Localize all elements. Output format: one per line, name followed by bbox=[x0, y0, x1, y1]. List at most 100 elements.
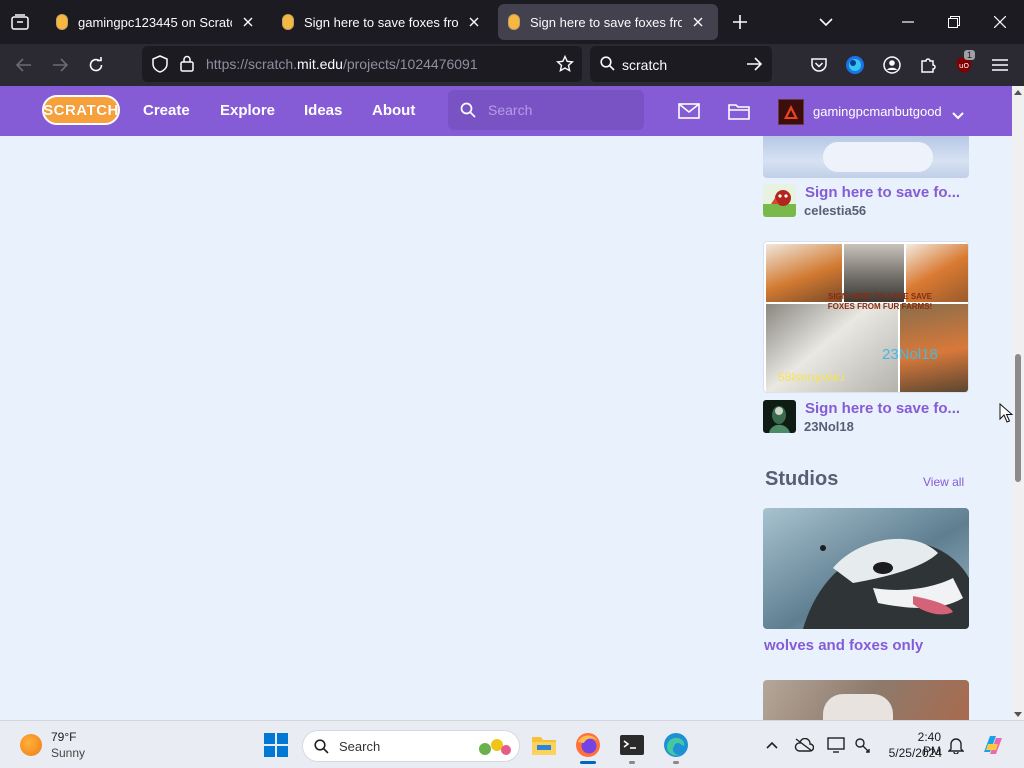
nav-explore-link[interactable]: Explore bbox=[220, 102, 275, 119]
extension-globe-icon[interactable] bbox=[842, 52, 868, 78]
thumbnail-signature: 58ʇsɐɾɥoʍɐɹ bbox=[778, 370, 845, 384]
studio-name[interactable]: wolves and foxes only bbox=[764, 637, 923, 654]
remix-item[interactable]: Sign here to save fo... celestia56 bbox=[763, 184, 973, 220]
new-tab-icon[interactable] bbox=[726, 8, 754, 36]
search-icon bbox=[314, 739, 329, 759]
active-app-indicator bbox=[580, 761, 596, 764]
nav-ideas-link[interactable]: Ideas bbox=[304, 102, 342, 119]
lock-icon[interactable] bbox=[180, 55, 194, 77]
tab-title: Sign here to save foxes from fur bbox=[304, 14, 458, 30]
username[interactable]: gamingpcmanbutgood bbox=[813, 104, 942, 119]
mouse-cursor-icon bbox=[999, 403, 1013, 423]
list-all-tabs-chevron-icon[interactable] bbox=[812, 8, 840, 36]
file-explorer-icon[interactable] bbox=[528, 729, 560, 761]
nav-create-link[interactable]: Create bbox=[143, 102, 190, 119]
remix-title[interactable]: Sign here to save fo... bbox=[805, 400, 960, 417]
copilot-icon[interactable] bbox=[980, 732, 1006, 758]
scrollbar-thumb[interactable] bbox=[1015, 354, 1021, 482]
taskbar: 79°F Sunny Search 2:40 PM 5/25/2024 bbox=[0, 720, 1024, 768]
scratch-navbar: SCRATCH Create Explore Ideas About Searc… bbox=[0, 86, 1012, 136]
search-highlight-icon bbox=[473, 735, 515, 764]
studio-thumbnail[interactable] bbox=[763, 508, 969, 629]
tab-list-icon[interactable] bbox=[4, 6, 36, 38]
remix-thumbnail[interactable] bbox=[763, 136, 969, 178]
scratch-logo[interactable]: SCRATCH bbox=[42, 95, 120, 125]
show-hidden-icons-chevron-icon[interactable] bbox=[762, 735, 782, 755]
account-dropdown-chevron-icon[interactable] bbox=[952, 107, 964, 125]
clock-date[interactable]: 5/25/2024 bbox=[884, 746, 942, 760]
running-app-indicator bbox=[673, 761, 679, 764]
weather-temperature[interactable]: 79°F bbox=[51, 730, 76, 744]
firefox-icon[interactable] bbox=[572, 729, 604, 761]
close-window-icon[interactable] bbox=[984, 6, 1016, 38]
hamburger-menu-icon[interactable] bbox=[987, 52, 1013, 78]
forward-arrow-icon[interactable] bbox=[46, 51, 74, 79]
shield-icon[interactable] bbox=[152, 55, 168, 78]
remix-author[interactable]: celestia56 bbox=[804, 203, 866, 218]
scratch-page: SCRATCH Create Explore Ideas About Searc… bbox=[0, 86, 1012, 720]
my-stuff-folder-icon[interactable] bbox=[727, 99, 751, 123]
thumbnail-handle: 23Nol18 bbox=[882, 346, 938, 363]
studio-thumbnail[interactable] bbox=[763, 680, 969, 720]
network-settings-icon[interactable] bbox=[852, 735, 872, 755]
animal-photo bbox=[823, 694, 893, 720]
scroll-up-arrow-icon[interactable] bbox=[1012, 86, 1024, 98]
terminal-icon[interactable] bbox=[616, 729, 648, 761]
search-query: scratch bbox=[622, 57, 668, 73]
account-icon[interactable] bbox=[879, 52, 905, 78]
tab-2[interactable]: Sign here to save foxes from fur bbox=[272, 4, 494, 40]
ublock-icon[interactable]: uO 1 bbox=[951, 50, 977, 78]
scratch-favicon-icon bbox=[508, 14, 520, 30]
windows-start-icon[interactable] bbox=[260, 729, 292, 761]
nav-about-link[interactable]: About bbox=[372, 102, 415, 119]
onedrive-cloud-icon[interactable] bbox=[794, 735, 814, 755]
messages-envelope-icon[interactable] bbox=[677, 99, 701, 123]
taskbar-search-box[interactable]: Search bbox=[302, 730, 520, 762]
close-tab-icon[interactable] bbox=[688, 12, 708, 32]
back-arrow-icon[interactable] bbox=[10, 51, 38, 79]
url-host: mit.edu bbox=[297, 56, 343, 72]
notification-bell-icon[interactable] bbox=[946, 735, 966, 755]
scratch-favicon-icon bbox=[282, 14, 294, 30]
tab-1[interactable]: gamingpc123445 on Scratch bbox=[46, 4, 268, 40]
remix-author[interactable]: 23Nol18 bbox=[804, 419, 854, 434]
svg-text:uO: uO bbox=[959, 62, 969, 70]
tab-title: gamingpc123445 on Scratch bbox=[78, 14, 232, 30]
remix-thumbnail[interactable]: SIGN HERE TO SAVE SAVE FOXES FROM FUR FA… bbox=[763, 241, 969, 393]
restore-icon[interactable] bbox=[938, 6, 970, 38]
go-arrow-icon[interactable] bbox=[746, 57, 763, 76]
close-tab-icon[interactable] bbox=[238, 12, 258, 32]
scroll-down-arrow-icon[interactable] bbox=[1012, 708, 1024, 720]
remix-title[interactable]: Sign here to save fo... bbox=[805, 184, 960, 201]
bookmark-star-icon[interactable] bbox=[555, 54, 575, 78]
extension-badge: 1 bbox=[964, 50, 976, 60]
display-icon[interactable] bbox=[826, 735, 846, 755]
remix-item[interactable]: Sign here to save fo... 23Nol18 bbox=[763, 400, 973, 436]
author-avatar[interactable] bbox=[763, 184, 796, 217]
extensions-puzzle-icon[interactable] bbox=[915, 52, 941, 78]
view-all-studios-link[interactable]: View all bbox=[923, 475, 964, 489]
weather-condition[interactable]: Sunny bbox=[51, 746, 85, 760]
search-icon bbox=[460, 102, 476, 123]
edge-icon[interactable] bbox=[660, 729, 692, 761]
url-path: /projects/1024476091 bbox=[342, 56, 478, 72]
search-placeholder: Search bbox=[488, 102, 533, 118]
studios-heading: Studios bbox=[765, 468, 839, 490]
pocket-icon[interactable] bbox=[806, 52, 832, 78]
sun-weather-icon[interactable] bbox=[20, 734, 42, 756]
scratch-search-input[interactable]: Search bbox=[448, 90, 644, 130]
wolf-artwork bbox=[803, 538, 969, 629]
scratch-favicon-icon bbox=[56, 14, 68, 30]
user-avatar[interactable] bbox=[778, 99, 804, 125]
minimize-icon[interactable] bbox=[892, 6, 924, 38]
url-text[interactable]: https://scratch.mit.edu/projects/1024476… bbox=[206, 56, 478, 72]
reload-icon[interactable] bbox=[82, 51, 110, 79]
page-scrollbar[interactable] bbox=[1012, 86, 1024, 720]
browser-tab-strip: gamingpc123445 on Scratch Sign here to s… bbox=[0, 0, 1024, 44]
url-prefix: https://scratch. bbox=[206, 56, 298, 72]
close-tab-icon[interactable] bbox=[464, 12, 484, 32]
web-search-bar[interactable]: scratch bbox=[590, 46, 772, 82]
author-avatar[interactable] bbox=[763, 400, 796, 433]
tab-3-active[interactable]: Sign here to save foxes from fur bbox=[498, 4, 718, 40]
url-bar[interactable]: https://scratch.mit.edu/projects/1024476… bbox=[142, 46, 582, 82]
